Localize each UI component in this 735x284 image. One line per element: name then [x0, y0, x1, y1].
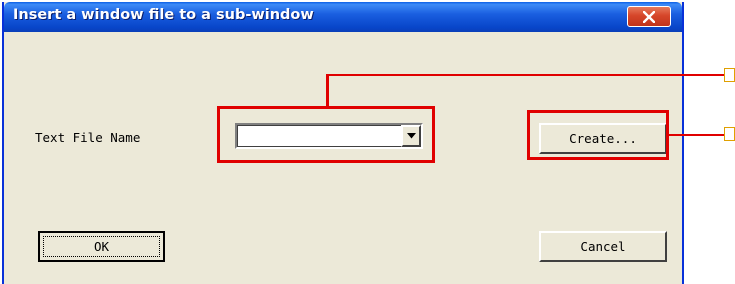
combobox-highlight-box — [217, 106, 435, 163]
callout-line-combobox-vertical — [326, 74, 329, 107]
cancel-button-label: Cancel — [580, 239, 626, 254]
ok-button[interactable]: OK — [38, 231, 165, 262]
close-button[interactable] — [627, 6, 671, 27]
callout-marker-combobox — [724, 68, 735, 82]
cancel-button[interactable]: Cancel — [539, 231, 667, 262]
close-icon — [643, 10, 655, 23]
window-title: Insert a window file to a sub-window — [13, 7, 314, 23]
focus-rectangle: OK — [43, 236, 160, 257]
text-file-name-label: Text File Name — [35, 130, 141, 145]
callout-line-create — [669, 134, 725, 136]
title-bar[interactable]: Insert a window file to a sub-window — [4, 2, 682, 32]
callout-marker-create — [724, 127, 735, 141]
callout-line-combobox-horizontal — [326, 74, 725, 76]
ok-button-label: OK — [93, 239, 110, 254]
create-button-highlight-box — [527, 110, 669, 160]
